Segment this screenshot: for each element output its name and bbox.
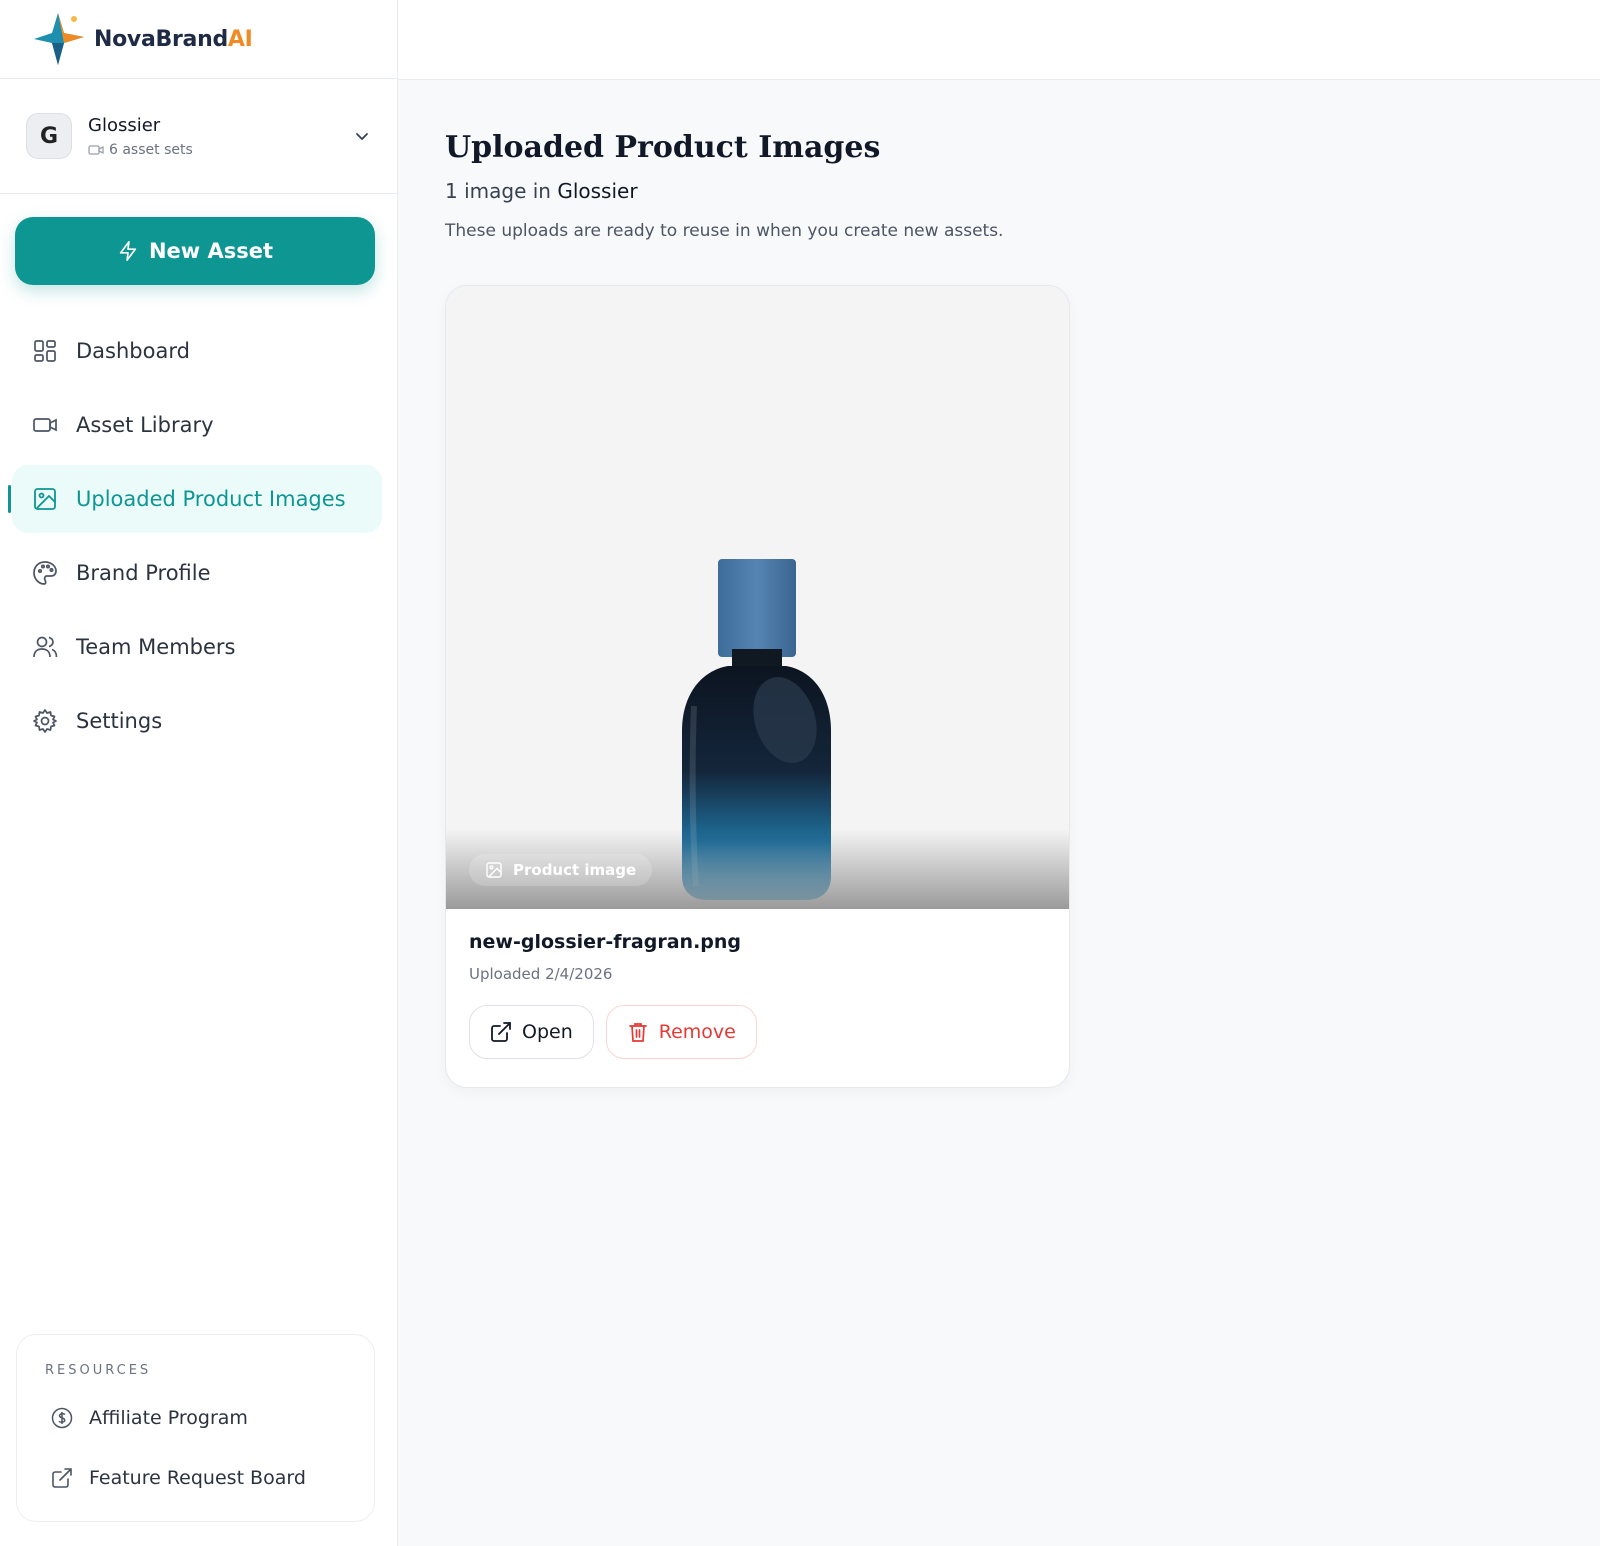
open-button[interactable]: Open	[469, 1005, 594, 1059]
new-asset-button[interactable]: New Asset	[15, 217, 375, 285]
logo-icon	[34, 13, 84, 65]
dollar-circle-icon	[51, 1407, 73, 1429]
sidebar-item-label: Dashboard	[76, 339, 190, 363]
trash-icon	[628, 1023, 647, 1042]
brand-name: Glossier	[88, 114, 161, 136]
card-actions: Open Remove	[469, 1005, 757, 1059]
page-title: Uploaded Product Images	[445, 130, 881, 165]
resources-item-feature-request-board[interactable]: Feature Request Board	[51, 1448, 374, 1508]
product-image-card: Product image new-glossier-fragran.png U…	[445, 285, 1070, 1088]
lightning-icon	[119, 241, 137, 261]
chevron-down-icon[interactable]	[353, 127, 371, 145]
sidebar-item-uploaded-product-images[interactable]: Uploaded Product Images	[8, 465, 382, 533]
perfume-bottle-image	[446, 286, 1069, 909]
sidebar: NovaBrandAI G Glossier 6 asset sets New …	[0, 0, 398, 1546]
resources-item-label: Affiliate Program	[89, 1407, 248, 1429]
external-link-icon	[491, 1022, 511, 1042]
dashboard-icon	[34, 340, 56, 362]
top-bar	[398, 0, 1600, 80]
chip-label: Product image	[513, 861, 637, 879]
sidebar-item-label: Asset Library	[76, 413, 214, 437]
page-subtitle: 1 image in Glossier	[445, 179, 1003, 203]
video-icon	[88, 144, 104, 155]
new-asset-label: New Asset	[148, 239, 274, 263]
resources-panel: RESOURCES Affiliate Program Feature Requ…	[16, 1334, 375, 1522]
image-count: 1 image in	[445, 179, 551, 203]
sidebar-item-label: Uploaded Product Images	[76, 487, 346, 511]
external-link-icon	[52, 1468, 72, 1488]
sidebar-item-dashboard[interactable]: Dashboard	[12, 317, 382, 385]
users-icon	[33, 636, 58, 658]
brand-asset-count: 6 asset sets	[109, 141, 193, 158]
upload-date: Uploaded 2/4/2026	[469, 965, 613, 983]
image-icon	[34, 488, 56, 510]
resources-item-label: Feature Request Board	[89, 1467, 306, 1489]
resources-item-affiliate-program[interactable]: Affiliate Program	[51, 1388, 374, 1448]
sidebar-item-label: Brand Profile	[76, 561, 211, 585]
sidebar-item-label: Team Members	[76, 635, 236, 659]
image-icon	[486, 862, 502, 878]
app-name: NovaBrandAI	[94, 26, 253, 52]
sidebar-item-team-members[interactable]: Team Members	[12, 613, 382, 681]
remove-button[interactable]: Remove	[605, 1005, 757, 1059]
remove-label: Remove	[658, 1021, 736, 1043]
logo-row: NovaBrandAI	[0, 0, 397, 79]
sidebar-item-asset-library[interactable]: Asset Library	[12, 391, 382, 459]
sidebar-item-brand-profile[interactable]: Brand Profile	[12, 539, 382, 607]
palette-icon	[33, 561, 57, 585]
sidebar-item-settings[interactable]: Settings	[12, 687, 382, 755]
gear-icon	[33, 709, 57, 733]
brand-name-inline: Glossier	[557, 179, 638, 203]
main-content: Uploaded Product Images 1 image in Gloss…	[445, 130, 1003, 241]
product-image-chip: Product image	[469, 854, 653, 886]
file-name: new-glossier-fragran.png	[469, 931, 742, 953]
card-body: new-glossier-fragran.png Uploaded 2/4/20…	[469, 931, 757, 1059]
product-image[interactable]: Product image	[446, 286, 1069, 909]
sidebar-item-label: Settings	[76, 709, 163, 733]
sidebar-nav: Dashboard Asset Library Uploaded Product…	[0, 317, 398, 761]
resources-title: RESOURCES	[45, 1363, 152, 1378]
brand-switcher[interactable]: G Glossier 6 asset sets	[0, 79, 397, 194]
video-icon	[33, 418, 57, 432]
brand-avatar: G	[26, 113, 72, 159]
open-label: Open	[522, 1021, 573, 1043]
page-description: These uploads are ready to reuse in when…	[445, 221, 1004, 241]
